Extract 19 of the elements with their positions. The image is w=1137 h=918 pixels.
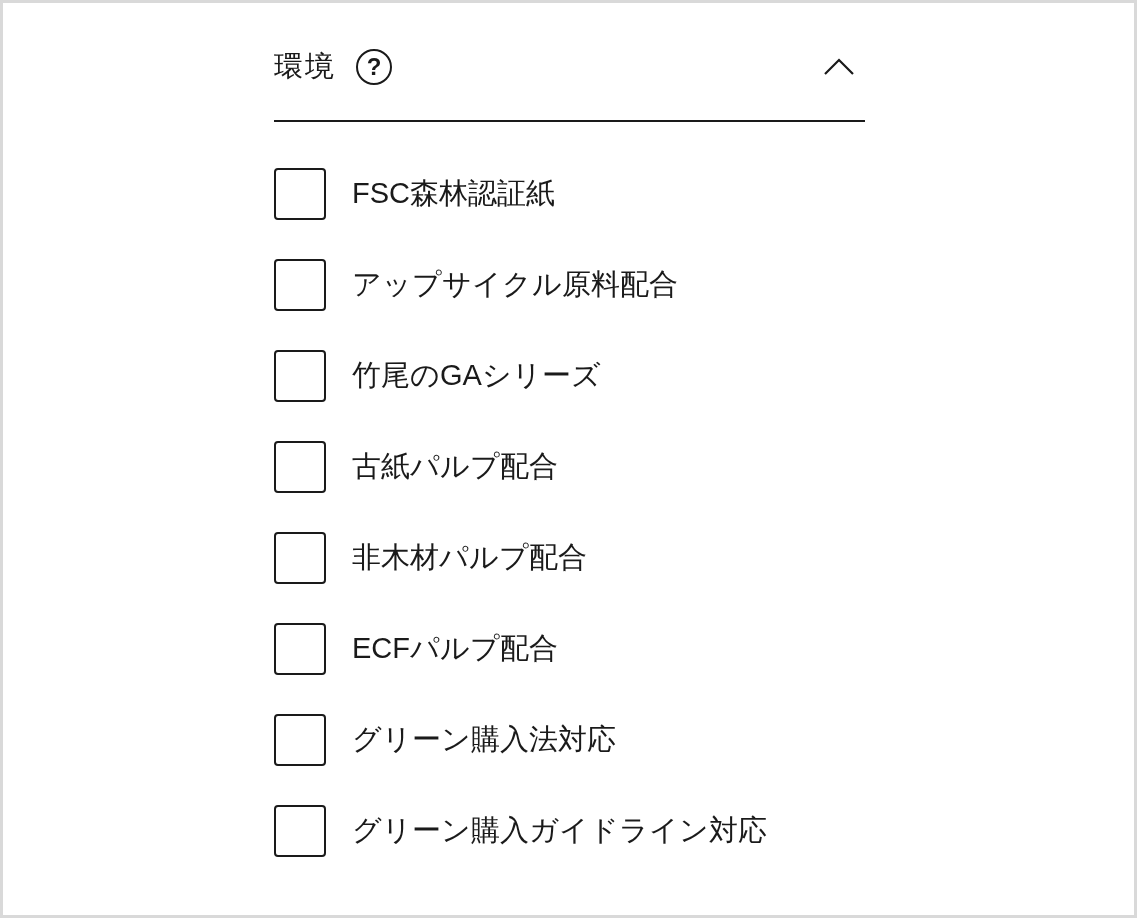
checkbox[interactable] [274, 623, 326, 675]
checkbox[interactable] [274, 350, 326, 402]
checkbox[interactable] [274, 805, 326, 857]
checkbox[interactable] [274, 441, 326, 493]
section-title: 環境 [274, 48, 336, 84]
checkbox-label: FSC森林認証紙 [352, 176, 555, 212]
checkbox-label: ECFパルプ配合 [352, 631, 558, 667]
checkbox-label: グリーン購入ガイドライン対応 [352, 813, 767, 849]
checkbox-label: 竹尾のGAシリーズ [352, 358, 601, 394]
checkbox-label: 古紙パルプ配合 [352, 449, 558, 485]
checkbox-label: グリーン購入法対応 [352, 722, 616, 758]
chevron-up-icon [823, 57, 855, 76]
checkbox-label: アップサイクル原料配合 [352, 267, 678, 303]
checkbox[interactable] [274, 714, 326, 766]
checkbox[interactable] [274, 532, 326, 584]
help-icon[interactable]: ? [356, 48, 392, 85]
checkbox-label: 非木材パルプ配合 [352, 540, 587, 576]
checkbox[interactable] [274, 259, 326, 311]
checkbox[interactable] [274, 168, 326, 220]
